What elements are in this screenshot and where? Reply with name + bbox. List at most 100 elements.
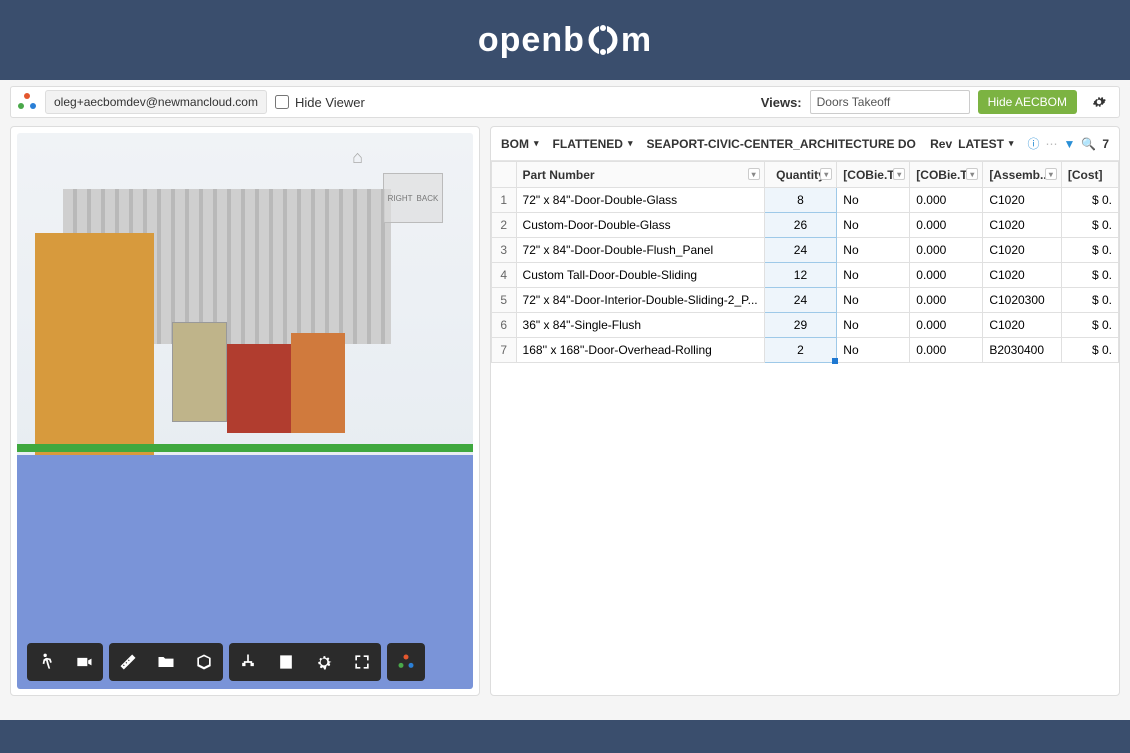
cell-part[interactable]: 72" x 84"-Door-Interior-Double-Sliding-2… [516,288,764,313]
hide-viewer-toggle[interactable]: Hide Viewer [275,95,365,110]
cell-cost[interactable]: $ 0. [1061,213,1118,238]
table-row[interactable]: 572" x 84"-Door-Interior-Double-Sliding-… [492,288,1119,313]
cell-assembly[interactable]: C1020 [983,263,1062,288]
cell-cobie1[interactable]: No [837,188,910,213]
cell-assembly[interactable]: C1020 [983,188,1062,213]
search-icon[interactable]: 🔍 [1081,137,1096,151]
table-row[interactable]: 372" x 84"-Door-Double-Flush_Panel24No0.… [492,238,1119,263]
cell-cobie1[interactable]: No [837,338,910,363]
navcube-right-label: RIGHT [388,194,413,203]
table-row[interactable]: 172" x 84"-Door-Double-Glass8No0.000C102… [492,188,1119,213]
navcube[interactable]: RIGHT BACK [383,173,443,223]
cell-assembly[interactable]: C1020 [983,213,1062,238]
cell-qty[interactable]: 8 [764,188,837,213]
col-cobie-t1[interactable]: [COBie.T...▾ [837,162,910,188]
col-quantity[interactable]: Quantity▾ [764,162,837,188]
menu-icon[interactable]: ⋯ [1045,137,1057,151]
bom-header: BOM▾ FLATTENED▾ SEAPORT-CIVIC-CENTER_ARC… [491,127,1119,161]
openbom-o-icon [587,24,619,56]
info-icon[interactable]: ⓘ [1027,135,1039,152]
table-row[interactable]: 2Custom-Door-Double-Glass26No0.000C1020$… [492,213,1119,238]
cell-cobie1[interactable]: No [837,213,910,238]
cell-rownum: 2 [492,213,517,238]
chevron-down-icon[interactable]: ▾ [893,168,905,180]
folder-icon[interactable] [147,643,185,681]
col-assembly[interactable]: [Assemb...▾ [983,162,1062,188]
cell-cost[interactable]: $ 0. [1061,238,1118,263]
chevron-down-icon[interactable]: ▾ [820,168,832,180]
hide-viewer-label: Hide Viewer [295,95,365,110]
bom-title-dropdown[interactable]: SEAPORT-CIVIC-CENTER_ARCHITECTURE DOORS … [647,137,917,151]
cell-part[interactable]: 72" x 84"-Door-Double-Flush_Panel [516,238,764,263]
cell-cobie1[interactable]: No [837,288,910,313]
viewer-3d-canvas[interactable]: ⌂ RIGHT BACK [17,133,473,689]
navcube-back-label: BACK [417,194,439,203]
chevron-down-icon[interactable]: ▾ [748,168,760,180]
cell-qty[interactable]: 29 [764,313,837,338]
views-select[interactable] [810,90,970,114]
col-cost[interactable]: [Cost] [1061,162,1118,188]
cell-qty[interactable]: 24 [764,238,837,263]
cell-qty[interactable]: 24 [764,288,837,313]
hide-aecbom-button[interactable]: Hide AECBOM [978,90,1077,114]
topbar: oleg+aecbomdev@newmancloud.com Hide View… [10,86,1120,118]
cell-cobie1[interactable]: No [837,263,910,288]
cell-qty[interactable]: 2 [764,338,837,363]
camera-icon[interactable] [65,643,103,681]
cell-cost[interactable]: $ 0. [1061,288,1118,313]
cell-cobie1[interactable]: No [837,238,910,263]
cell-part[interactable]: 36" x 84"-Single-Flush [516,313,764,338]
cell-cobie1[interactable]: No [837,313,910,338]
chevron-down-icon[interactable]: ▾ [966,168,978,180]
cell-cost[interactable]: $ 0. [1061,188,1118,213]
cell-cobie2[interactable]: 0.000 [910,238,983,263]
home-icon[interactable]: ⌂ [352,147,363,168]
col-cobie-t2[interactable]: [COBie.T...▾ [910,162,983,188]
cell-cobie2[interactable]: 0.000 [910,188,983,213]
cell-qty[interactable]: 12 [764,263,837,288]
filter-icon[interactable]: ▼ [1063,137,1075,151]
cell-assembly[interactable]: C1020 [983,313,1062,338]
flattened-dropdown[interactable]: FLATTENED▾ [553,137,633,151]
cell-assembly[interactable]: B2030400 [983,338,1062,363]
rev-dropdown[interactable]: LATEST▾ [958,137,1013,151]
cell-assembly[interactable]: C1020300 [983,288,1062,313]
chevron-down-icon[interactable]: ▾ [1045,168,1057,180]
rev-label: Rev [930,137,952,151]
table-row[interactable]: 7168'' x 168''-Door-Overhead-Rolling2No0… [492,338,1119,363]
hide-viewer-checkbox[interactable] [275,95,289,109]
user-email-chip[interactable]: oleg+aecbomdev@newmancloud.com [45,90,267,114]
settings-icon[interactable] [305,643,343,681]
measure-icon[interactable] [109,643,147,681]
app-logo-icon [17,92,37,112]
cell-cost[interactable]: $ 0. [1061,313,1118,338]
cell-qty[interactable]: 26 [764,213,837,238]
fullscreen-icon[interactable] [343,643,381,681]
table-row[interactable]: 4Custom Tall-Door-Double-Sliding12No0.00… [492,263,1119,288]
bom-panel: BOM▾ FLATTENED▾ SEAPORT-CIVIC-CENTER_ARC… [490,126,1120,696]
cell-cobie2[interactable]: 0.000 [910,213,983,238]
walk-icon[interactable] [27,643,65,681]
cell-part[interactable]: 72" x 84"-Door-Double-Glass [516,188,764,213]
settings-gear-icon[interactable] [1085,90,1113,114]
cell-cost[interactable]: $ 0. [1061,338,1118,363]
table-row[interactable]: 636" x 84"-Single-Flush29No0.000C1020$ 0… [492,313,1119,338]
views-label: Views: [761,95,802,110]
cell-part[interactable]: 168'' x 168''-Door-Overhead-Rolling [516,338,764,363]
cell-cobie2[interactable]: 0.000 [910,288,983,313]
cell-rownum: 5 [492,288,517,313]
cell-cobie2[interactable]: 0.000 [910,263,983,288]
col-part-number[interactable]: Part Number▾ [516,162,764,188]
bom-dropdown[interactable]: BOM▾ [501,137,539,151]
bottom-band [0,720,1130,753]
cell-assembly[interactable]: C1020 [983,238,1062,263]
openbom-color-icon[interactable] [387,643,425,681]
cell-part[interactable]: Custom-Door-Double-Glass [516,213,764,238]
properties-icon[interactable] [267,643,305,681]
cell-cobie2[interactable]: 0.000 [910,338,983,363]
cell-part[interactable]: Custom Tall-Door-Double-Sliding [516,263,764,288]
hierarchy-icon[interactable] [229,643,267,681]
cube-icon[interactable] [185,643,223,681]
cell-cost[interactable]: $ 0. [1061,263,1118,288]
cell-cobie2[interactable]: 0.000 [910,313,983,338]
